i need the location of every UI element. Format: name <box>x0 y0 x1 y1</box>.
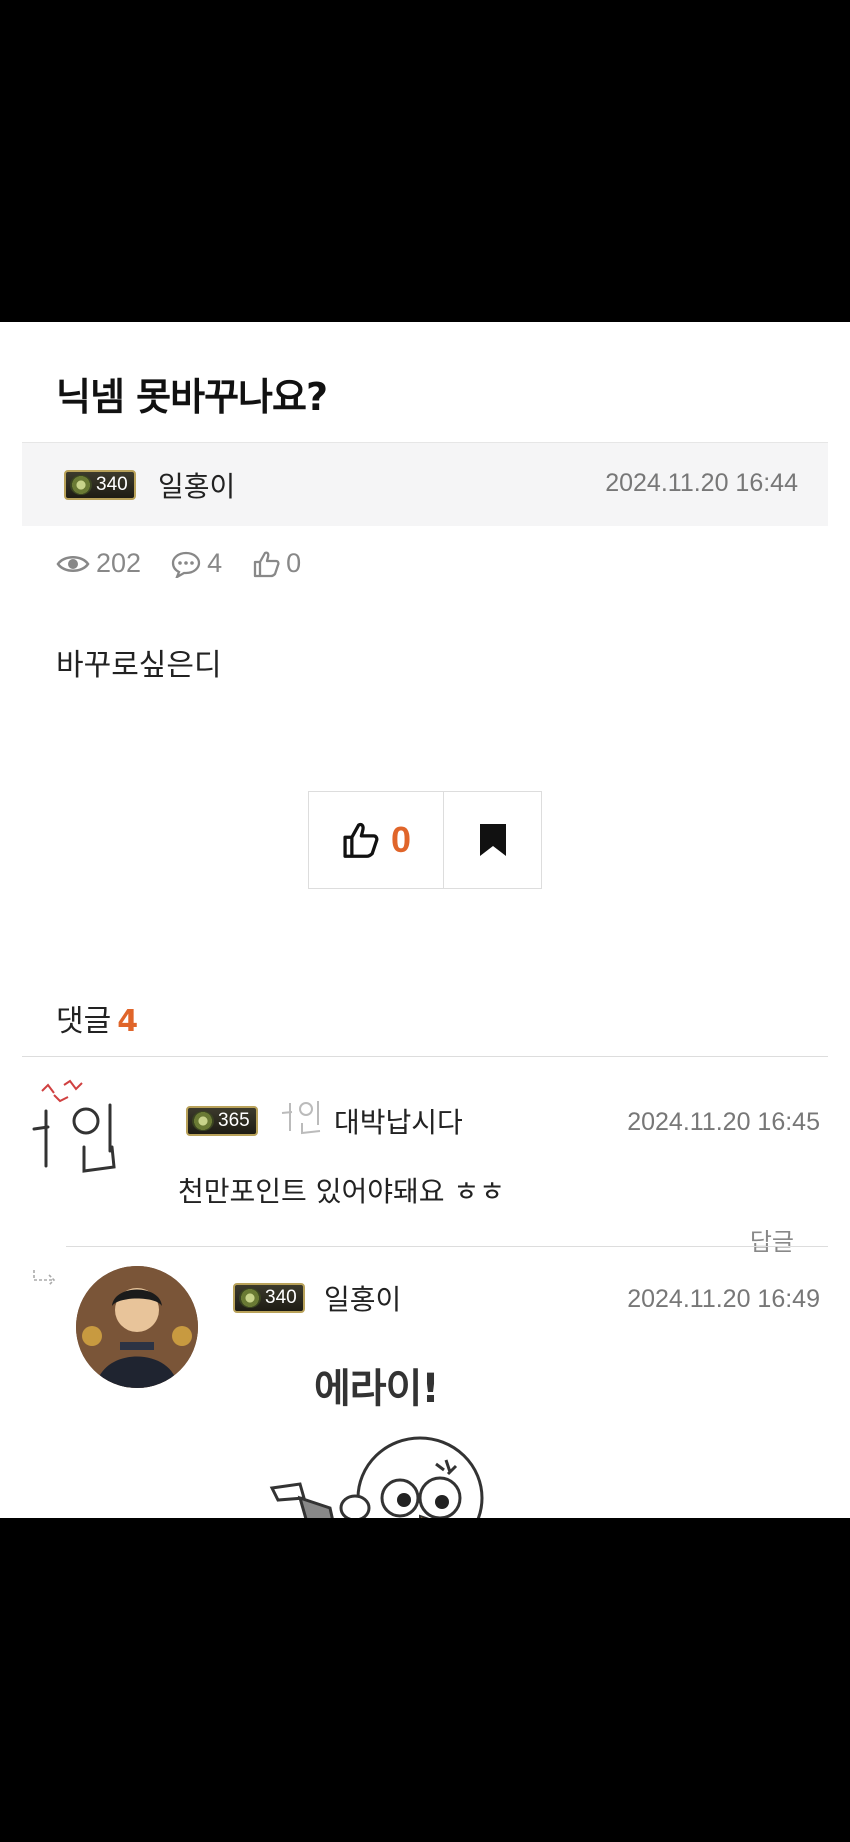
top-blackout <box>0 0 850 322</box>
bookmark-button[interactable] <box>444 792 541 888</box>
like-button[interactable]: 0 <box>309 792 444 888</box>
comments-header: 댓글 4 <box>56 996 138 1040</box>
commenter-avatar <box>76 1266 198 1388</box>
comments-label: 댓글 <box>56 1004 112 1039</box>
comments-stat: 4 <box>171 548 222 579</box>
reply-arrow-icon <box>33 1270 56 1286</box>
bottom-blackout <box>0 1518 850 1842</box>
comment-timestamp: 2024.11.20 16:45 <box>627 1108 820 1136</box>
level-number: 365 <box>218 1110 250 1131</box>
likes-stat: 0 <box>252 548 301 579</box>
likes-count-stat: 0 <box>286 548 302 578</box>
reply-divider <box>66 1246 828 1247</box>
commenter-name[interactable]: 일홍이 <box>324 1278 401 1318</box>
post-stats: 202 4 0 <box>56 548 301 579</box>
post-timestamp: 2024.11.20 16:44 <box>605 469 798 497</box>
like-count: 0 <box>390 819 412 860</box>
rank-emblem-icon <box>239 1288 261 1308</box>
post-author-bar: 340 일홍이 2024.11.20 16:44 <box>22 442 828 526</box>
rank-emblem-icon <box>70 475 92 495</box>
eye-icon <box>56 555 90 572</box>
comment-timestamp: 2024.11.20 16:49 <box>627 1285 820 1313</box>
reply-item: 340 일홍이 2024.11.20 16:49 에라이! <box>0 1248 850 1518</box>
views-stat: 202 <box>56 548 141 579</box>
comments-count-stat: 4 <box>207 548 223 578</box>
post-body: 바꾸로싶은디 <box>56 648 222 683</box>
user-icon-doodle <box>281 1101 321 1135</box>
post-actions: 0 <box>308 791 542 889</box>
post-page: 닉넴 못바꾸나요? 340 일홍이 2024.11.20 16:44 202 4 <box>0 322 850 1518</box>
level-badge: 365 <box>186 1106 258 1136</box>
sticker-image <box>269 1436 484 1518</box>
rank-emblem-icon <box>192 1111 214 1131</box>
level-number: 340 <box>265 1287 297 1308</box>
comment-text: 천만포인트 있어야돼요 ㅎㅎ <box>178 1175 505 1208</box>
comment-item: 365 대박납시다 2024.11.20 16:45 천만포인트 있어야돼요 ㅎ… <box>0 1057 850 1256</box>
comment-bubble-icon <box>171 551 201 578</box>
author-name[interactable]: 일홍이 <box>158 465 235 505</box>
thumbs-up-icon <box>253 550 280 577</box>
commenter-name[interactable]: 대박납시다 <box>334 1101 463 1141</box>
thumbs-up-icon <box>343 822 379 858</box>
level-number: 340 <box>96 474 128 495</box>
bookmark-icon <box>479 824 506 856</box>
post-title: 닉넴 못바꾸나요? <box>56 375 328 419</box>
comments-total: 4 <box>117 1004 139 1039</box>
level-badge: 340 <box>64 470 136 500</box>
level-badge: 340 <box>233 1283 305 1313</box>
commenter-avatar <box>32 1079 116 1173</box>
views-count: 202 <box>96 548 142 578</box>
